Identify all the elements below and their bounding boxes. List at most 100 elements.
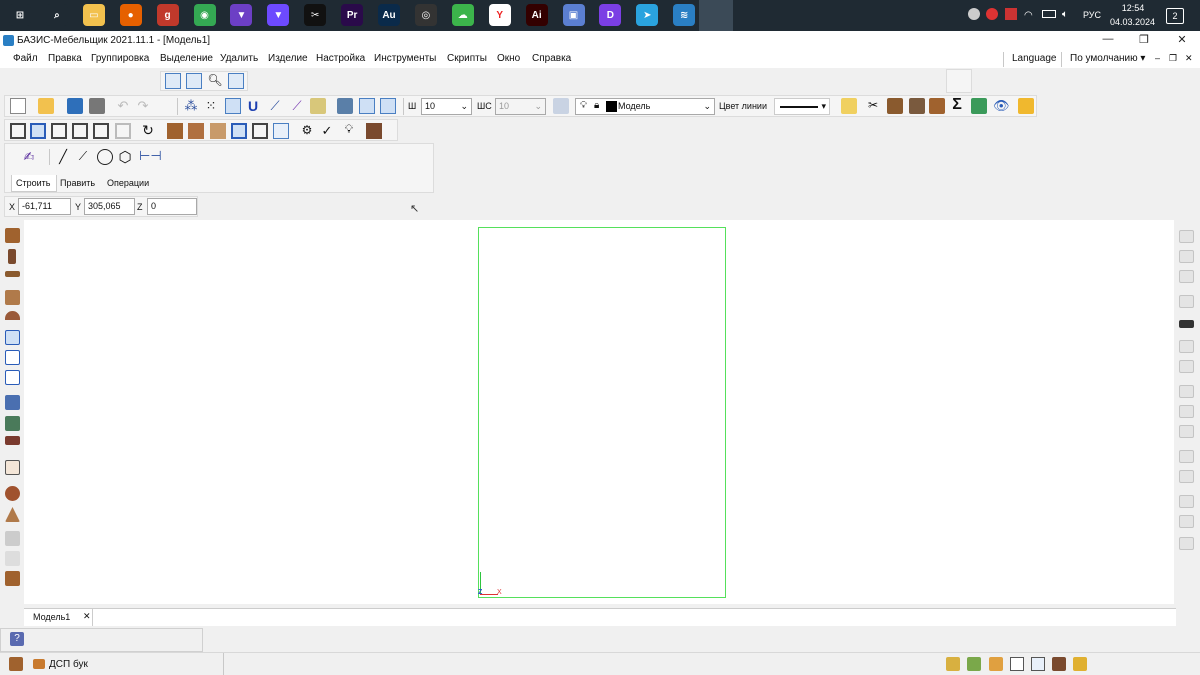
groove-3-icon[interactable] bbox=[1179, 425, 1194, 438]
magnet-icon[interactable]: U bbox=[245, 98, 261, 114]
line-snap-icon[interactable]: ⟋ bbox=[267, 98, 283, 114]
textured-icon[interactable] bbox=[210, 123, 226, 139]
edge-band-icon[interactable] bbox=[1179, 320, 1194, 328]
components-icon[interactable] bbox=[1052, 657, 1066, 671]
menu-window[interactable]: Окно bbox=[497, 53, 520, 64]
language-indicator[interactable]: РУС bbox=[1083, 10, 1101, 20]
layers-icon[interactable] bbox=[337, 98, 353, 114]
firefox-icon[interactable]: ● bbox=[119, 4, 142, 26]
menu-file[interactable]: Файл bbox=[13, 53, 38, 64]
view-mode-icon[interactable] bbox=[359, 98, 375, 114]
chrome-icon[interactable]: ◉ bbox=[193, 4, 216, 26]
visibility-bulb-icon[interactable]: 💡︎ bbox=[580, 100, 587, 111]
search-icon[interactable]: ⌕ bbox=[45, 4, 68, 26]
z-coordinate-input[interactable]: 0 bbox=[147, 198, 197, 215]
bazis-tools-icon[interactable] bbox=[1018, 98, 1034, 114]
menu-grouping[interactable]: Группировка bbox=[91, 53, 149, 64]
revolve-icon[interactable] bbox=[5, 551, 20, 566]
drill-2-icon[interactable] bbox=[1179, 515, 1194, 528]
cloud-app-icon[interactable]: ☁ bbox=[451, 4, 474, 26]
cabinet-icon[interactable] bbox=[887, 98, 903, 114]
view-top-icon[interactable] bbox=[51, 123, 67, 139]
view-right-icon[interactable] bbox=[72, 123, 88, 139]
clock-date[interactable]: 04.03.2024 bbox=[1110, 17, 1155, 27]
horizontal-panel-icon[interactable] bbox=[5, 271, 20, 277]
view-left-icon[interactable] bbox=[30, 123, 46, 139]
lock-icon[interactable]: 🔒︎ bbox=[594, 100, 599, 111]
eye-icon[interactable]: 👁︎ bbox=[993, 98, 1010, 114]
ruler-icon[interactable] bbox=[310, 98, 326, 114]
cut-2-icon[interactable] bbox=[1179, 470, 1194, 483]
material-picker-icon[interactable] bbox=[9, 657, 23, 671]
menu-edit[interactable]: Правка bbox=[48, 53, 82, 64]
mdi-minimize-button[interactable]: – bbox=[1155, 53, 1160, 63]
extrude-icon[interactable] bbox=[5, 531, 20, 546]
polygon-tool-icon[interactable]: ⬡ bbox=[117, 148, 133, 166]
hidden-lines-icon[interactable] bbox=[252, 123, 268, 139]
menu-selection[interactable]: Выделение bbox=[160, 53, 213, 64]
view-bottom-icon[interactable] bbox=[93, 123, 109, 139]
shaded-icon[interactable] bbox=[167, 123, 183, 139]
rotate-view-icon[interactable]: ↻ bbox=[140, 122, 156, 138]
groove-2-icon[interactable] bbox=[1179, 405, 1194, 418]
clock-time[interactable]: 12:54 bbox=[1121, 3, 1145, 13]
view-back-icon[interactable] bbox=[115, 123, 131, 139]
file-explorer-icon[interactable]: ▭ bbox=[82, 4, 105, 26]
workspace-default-dropdown[interactable]: По умолчанию ▾ bbox=[1070, 53, 1145, 64]
premiere-icon[interactable]: Pr bbox=[341, 4, 364, 26]
snap-points-icon[interactable]: ⁂ bbox=[183, 98, 199, 114]
tray-antivirus-icon[interactable] bbox=[986, 8, 998, 20]
light-icon[interactable]: 💡︎ bbox=[341, 122, 357, 138]
x-coordinate-input[interactable]: -61,711 bbox=[18, 198, 71, 215]
materials-library-icon[interactable] bbox=[1073, 657, 1087, 671]
vertical-divider-icon[interactable] bbox=[5, 350, 20, 365]
redo-icon[interactable]: ↷ bbox=[135, 98, 151, 114]
illustrator-icon[interactable]: Ai bbox=[525, 4, 548, 26]
pan-icon[interactable] bbox=[228, 73, 244, 89]
cut-icon[interactable] bbox=[1179, 450, 1194, 463]
scissors-icon[interactable]: ✂︎ bbox=[865, 98, 881, 114]
furniture-icon[interactable] bbox=[909, 98, 925, 114]
materials-icon[interactable] bbox=[971, 98, 987, 114]
vpn-icon[interactable]: ▼ bbox=[230, 4, 253, 26]
drill-icon[interactable] bbox=[1179, 495, 1194, 508]
maximize-button[interactable]: ❐ bbox=[1136, 33, 1152, 49]
battery-icon[interactable] bbox=[1042, 10, 1056, 18]
layer-manager-icon[interactable] bbox=[553, 98, 569, 114]
check-icon[interactable]: ✓ bbox=[319, 123, 335, 139]
horizontal-divider-icon[interactable] bbox=[5, 370, 20, 385]
right-tool-2-icon[interactable] bbox=[1179, 250, 1194, 263]
ortho-snap-icon[interactable] bbox=[225, 98, 241, 114]
wifi-icon[interactable]: ◠ bbox=[1024, 10, 1033, 21]
tab-model1[interactable]: Модель1 ✕ bbox=[27, 609, 93, 626]
build-wizard-icon[interactable]: ✍︎ bbox=[21, 149, 37, 165]
profile-icon[interactable] bbox=[5, 436, 20, 445]
cube-materials-icon[interactable] bbox=[366, 123, 382, 139]
yandex-browser-icon[interactable]: Y bbox=[488, 4, 511, 26]
line-tool-icon[interactable]: ╱ bbox=[55, 149, 71, 165]
g-app-icon[interactable]: g bbox=[156, 4, 179, 26]
obs-icon[interactable]: ◎ bbox=[414, 4, 437, 26]
tray-app-icon[interactable] bbox=[968, 8, 980, 20]
new-file-icon[interactable] bbox=[10, 98, 26, 114]
right-tool-4-icon[interactable] bbox=[1179, 295, 1194, 308]
print-icon[interactable] bbox=[89, 98, 105, 114]
tab-build[interactable]: Строить bbox=[11, 175, 57, 192]
telegram-icon[interactable]: ➤ bbox=[636, 4, 659, 26]
proton-icon[interactable]: ▼ bbox=[267, 4, 290, 26]
notifications-icon[interactable]: 2 bbox=[1166, 8, 1184, 24]
shaded-edges-icon[interactable] bbox=[188, 123, 204, 139]
refresh-view-icon[interactable] bbox=[380, 98, 396, 114]
volume-icon[interactable]: 🔈︎ bbox=[1062, 9, 1068, 20]
edge-band-2-icon[interactable] bbox=[1179, 340, 1194, 353]
midpoint-snap-icon[interactable]: ⟋ bbox=[289, 98, 305, 114]
cone-icon[interactable] bbox=[5, 507, 20, 522]
d-app-icon[interactable]: D bbox=[599, 4, 622, 26]
sum-icon[interactable]: Σ bbox=[949, 96, 965, 113]
command-line[interactable] bbox=[0, 628, 203, 652]
partition-icon[interactable] bbox=[5, 330, 20, 345]
notes-icon[interactable] bbox=[841, 98, 857, 114]
open-folder-icon[interactable] bbox=[38, 98, 54, 114]
edge-band-3-icon[interactable] bbox=[1179, 360, 1194, 373]
circle-tool-icon[interactable] bbox=[97, 149, 113, 165]
